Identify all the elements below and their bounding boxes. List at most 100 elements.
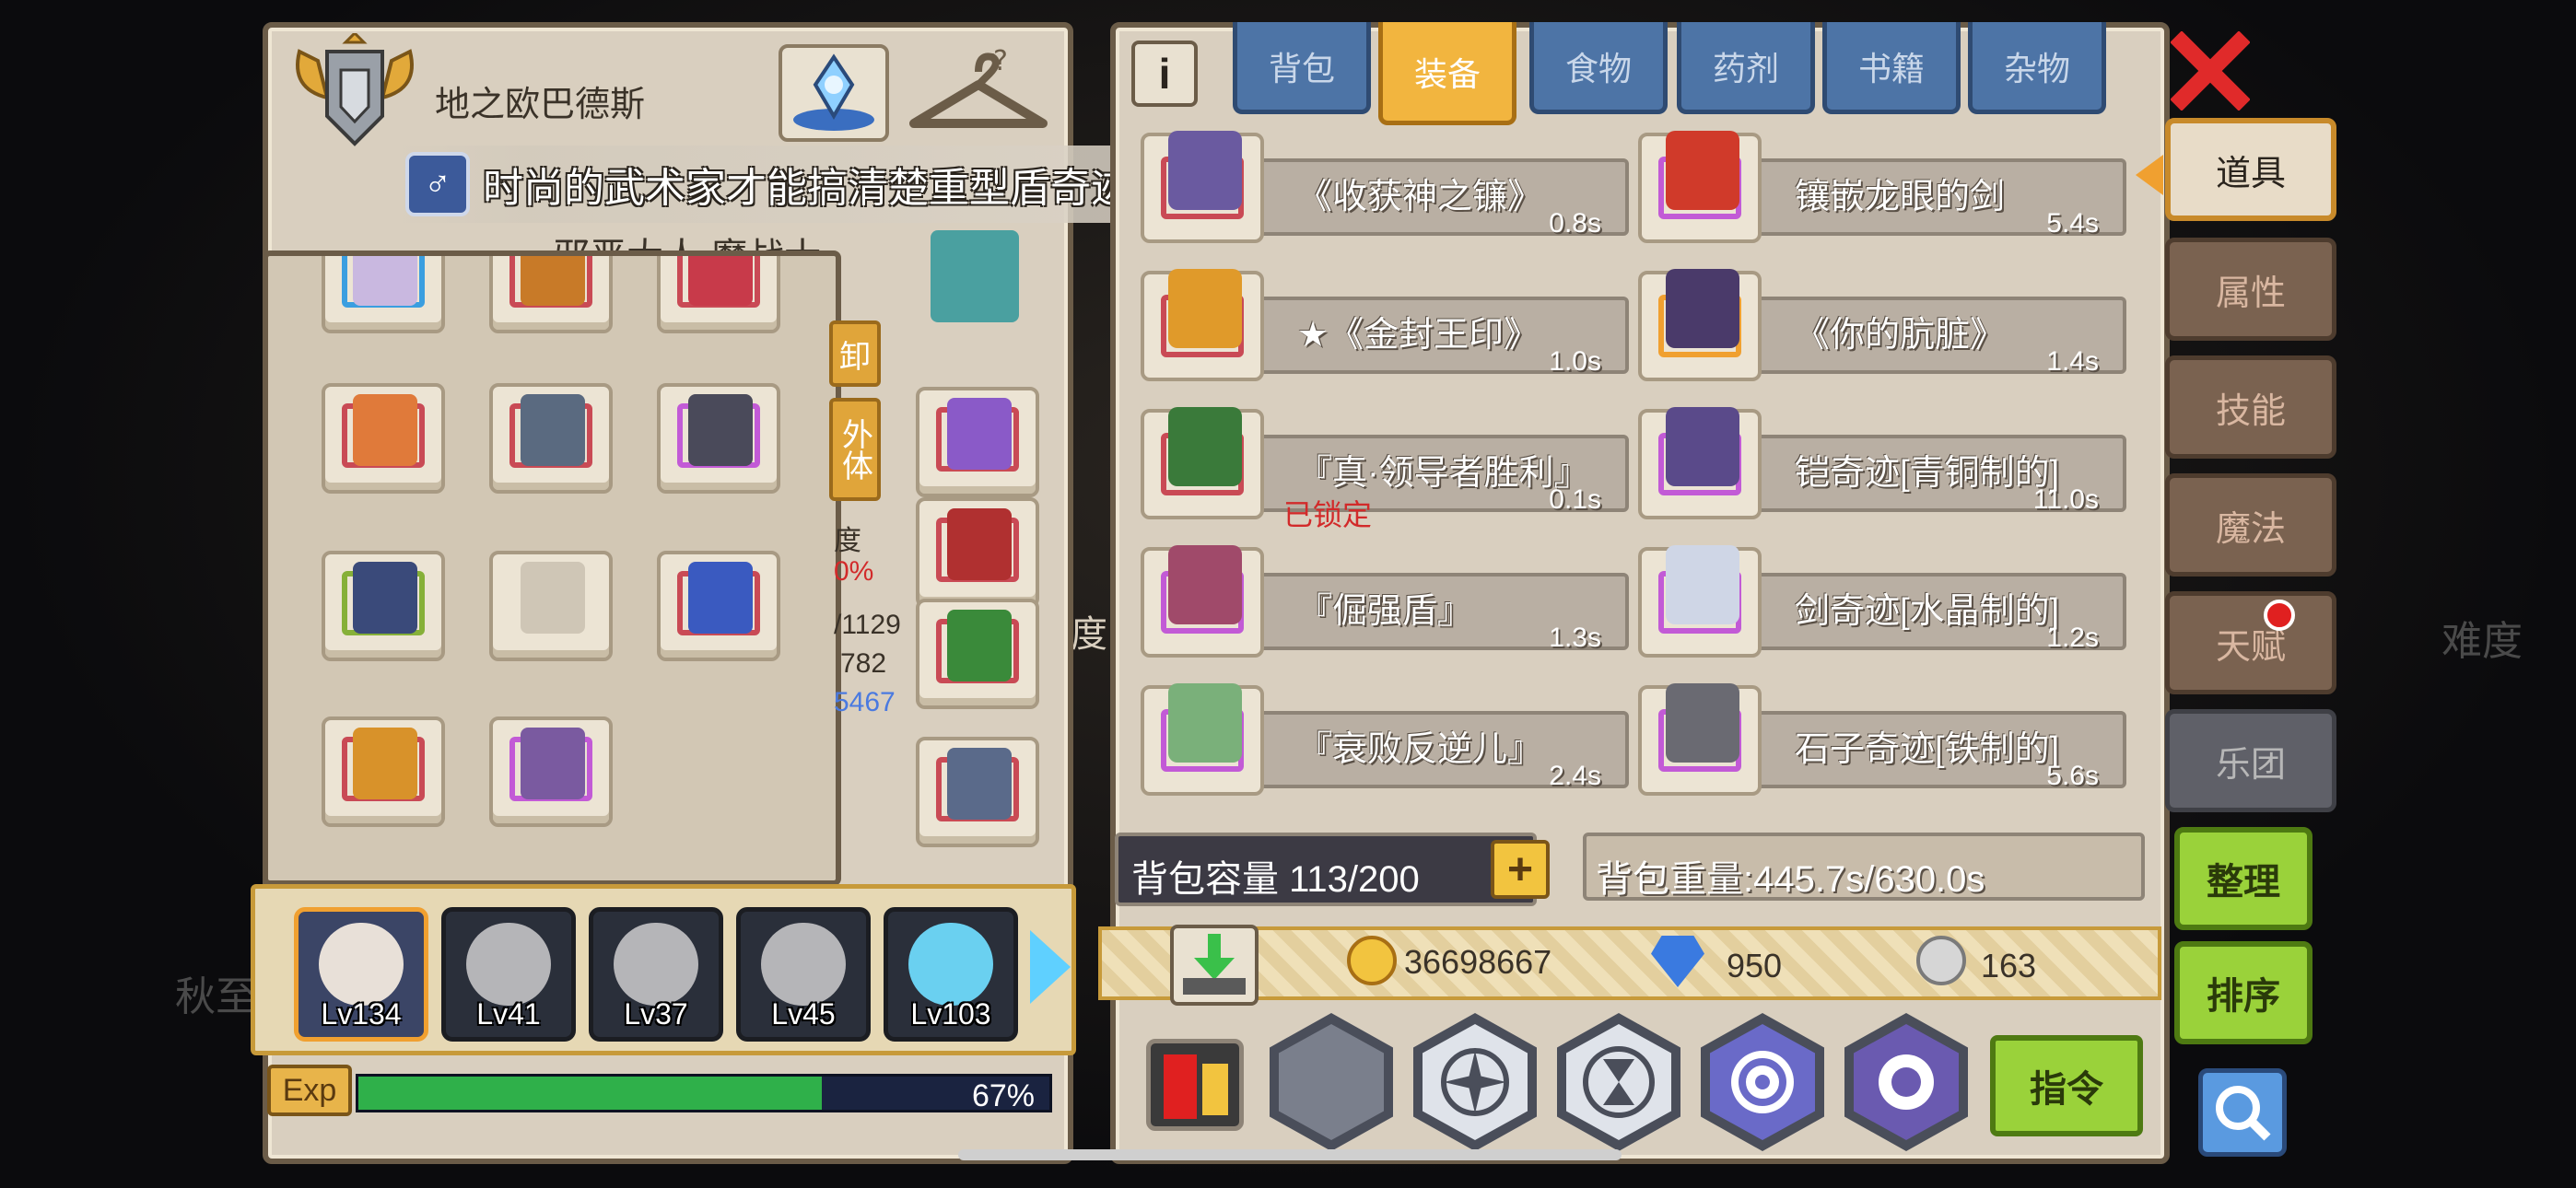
gold-seal-ring-icon [1168, 269, 1242, 348]
background-text-right: 难度 [2441, 619, 2523, 664]
organize-button[interactable]: 整理 [2174, 827, 2313, 930]
party-member[interactable]: Lv45 [736, 907, 871, 1042]
party-next-arrow-icon[interactable] [1030, 930, 1071, 1004]
silver-amount: 163 [1981, 947, 2037, 984]
amulet-icon [353, 562, 417, 634]
item-name: 石子奇迹[铁制的] [1795, 730, 2060, 769]
tab-equipment[interactable]: 装备 [1378, 22, 1516, 125]
item-time: 2.4s [1549, 761, 1601, 791]
item-list: 《收获神之镰》 0.8s 镶嵌龙眼的剑 5.4s ★《金封王印》 1.0s 《你… [1131, 129, 2145, 801]
tab-backpack[interactable]: 背包 [1233, 22, 1371, 114]
side-tab-magic[interactable]: 魔法 [2165, 473, 2336, 577]
bag-slot[interactable] [322, 383, 445, 494]
side-tab-attributes[interactable]: 属性 [2165, 238, 2336, 341]
notification-badge [2264, 600, 2295, 631]
equip-column [912, 221, 1041, 866]
avatar [761, 923, 846, 1006]
equip-slot-shield[interactable] [912, 221, 1036, 332]
item-name: ★《金封王印》 [1297, 316, 1540, 355]
bag-slot[interactable] [489, 383, 613, 494]
list-item[interactable]: 石子奇迹[铁制的] 5.6s [1638, 676, 2126, 796]
crystal-sword-icon [1666, 545, 1739, 624]
side-tab-items[interactable]: 道具 [2165, 118, 2336, 221]
exp-label: Exp [267, 1065, 352, 1116]
equip-slot-armor[interactable] [916, 737, 1039, 847]
party-bar: Lv134 Lv41 Lv37 Lv45 Lv103 [251, 884, 1076, 1055]
appearance-tag[interactable]: 外体 [829, 398, 881, 501]
active-tab-pointer-icon [2136, 155, 2163, 195]
bronze-armor-icon [521, 728, 585, 799]
bag-slot[interactable] [657, 256, 780, 333]
close-icon[interactable] [2171, 31, 2250, 111]
list-item[interactable]: 『倔强盾』 1.3s [1141, 538, 1629, 658]
info-button[interactable]: i [1131, 41, 1198, 107]
side-tab-skills[interactable]: 技能 [2165, 355, 2336, 459]
wardrobe-button[interactable]: ? [905, 44, 1052, 142]
bag-slot[interactable] [489, 716, 613, 827]
bag-capacity: 背包容量 113/200 [1131, 859, 1420, 900]
background-text-mid: 度 [1071, 614, 1107, 655]
equip-slot-belt[interactable] [916, 497, 1039, 608]
bag-slot[interactable] [657, 551, 780, 661]
list-item[interactable]: 《收获神之镰》 0.8s [1141, 129, 1629, 243]
bag-slot[interactable] [322, 256, 445, 333]
party-member[interactable]: Lv41 [441, 907, 576, 1042]
tab-misc[interactable]: 杂物 [1968, 22, 2106, 114]
bow-icon [521, 256, 585, 306]
tab-food[interactable]: 食物 [1529, 22, 1668, 114]
tab-books[interactable]: 书籍 [1822, 22, 1961, 114]
item-time: 1.4s [2046, 346, 2099, 377]
list-item[interactable]: 『真·领导者胜利』 已锁定 0.1s [1141, 400, 1629, 531]
soul-crystal-button[interactable] [779, 44, 889, 142]
side-tab-band[interactable]: 乐团 [2165, 709, 2336, 812]
exp-percent: 67% [971, 1078, 1035, 1113]
item-time: 1.2s [2046, 623, 2099, 653]
quick-slot-number-button[interactable] [1146, 1039, 1244, 1131]
list-item[interactable]: 《你的肮脏》 1.4s [1638, 262, 2126, 381]
winged-boots-icon [688, 562, 753, 634]
unequip-tag[interactable]: 卸 [829, 320, 881, 387]
ring-icon [688, 394, 753, 466]
bag-slot[interactable] [322, 716, 445, 827]
expand-capacity-button[interactable]: + [1491, 840, 1550, 899]
gold-amount: 36698667 [1404, 943, 1552, 981]
download-button[interactable] [1170, 925, 1259, 1006]
gold-armor-icon [353, 728, 417, 799]
crystal-icon [793, 53, 874, 131]
bag-slot[interactable] [322, 551, 445, 661]
side-tab-talent[interactable]: 天赋 [2165, 591, 2336, 694]
member-level: Lv37 [624, 997, 688, 1031]
glove-icon [947, 398, 1012, 470]
exp-row: Exp 67% [267, 1061, 1058, 1120]
durability-label: 度 [834, 526, 861, 556]
command-button[interactable]: 指令 [1990, 1035, 2143, 1136]
item-name: 『衰败反逆儿』 [1297, 730, 1543, 769]
bag-slot[interactable] [489, 256, 613, 333]
party-member[interactable]: Lv103 [884, 907, 1018, 1042]
item-time: 0.8s [1549, 208, 1601, 239]
item-time: 5.6s [2046, 761, 2099, 791]
list-item[interactable]: ★《金封王印》 1.0s [1141, 262, 1629, 381]
sort-button[interactable]: 排序 [2174, 941, 2313, 1044]
list-item[interactable]: 镶嵌龙眼的剑 5.4s [1638, 129, 2126, 243]
diamond-amount: 950 [1727, 947, 1783, 984]
tab-potion[interactable]: 药剂 [1677, 22, 1815, 114]
list-item[interactable]: 铠奇迹[青铜制的] 11.0s [1638, 400, 2126, 519]
download-icon [1183, 934, 1246, 995]
equipment-bag-grid [263, 250, 841, 886]
list-item[interactable]: 剑奇迹[水晶制的] 1.2s [1638, 538, 2126, 658]
stat-a: /1129 [834, 610, 901, 640]
hero-name: 地之欧巴德斯 [435, 86, 646, 124]
bag-slot-empty[interactable] [489, 551, 613, 661]
durability-value: 0% [834, 556, 874, 587]
member-level: Lv45 [771, 997, 836, 1031]
avatar [614, 923, 698, 1006]
party-member[interactable]: Lv37 [589, 907, 723, 1042]
equip-slot-boots[interactable] [916, 599, 1039, 709]
home-indicator [958, 1149, 1622, 1160]
bag-slot[interactable] [657, 383, 780, 494]
search-button[interactable] [2198, 1068, 2287, 1157]
list-item[interactable]: 『衰败反逆儿』 2.4s [1141, 676, 1629, 796]
equip-slot-glove[interactable] [916, 387, 1039, 497]
party-member[interactable]: Lv134 [294, 907, 428, 1042]
